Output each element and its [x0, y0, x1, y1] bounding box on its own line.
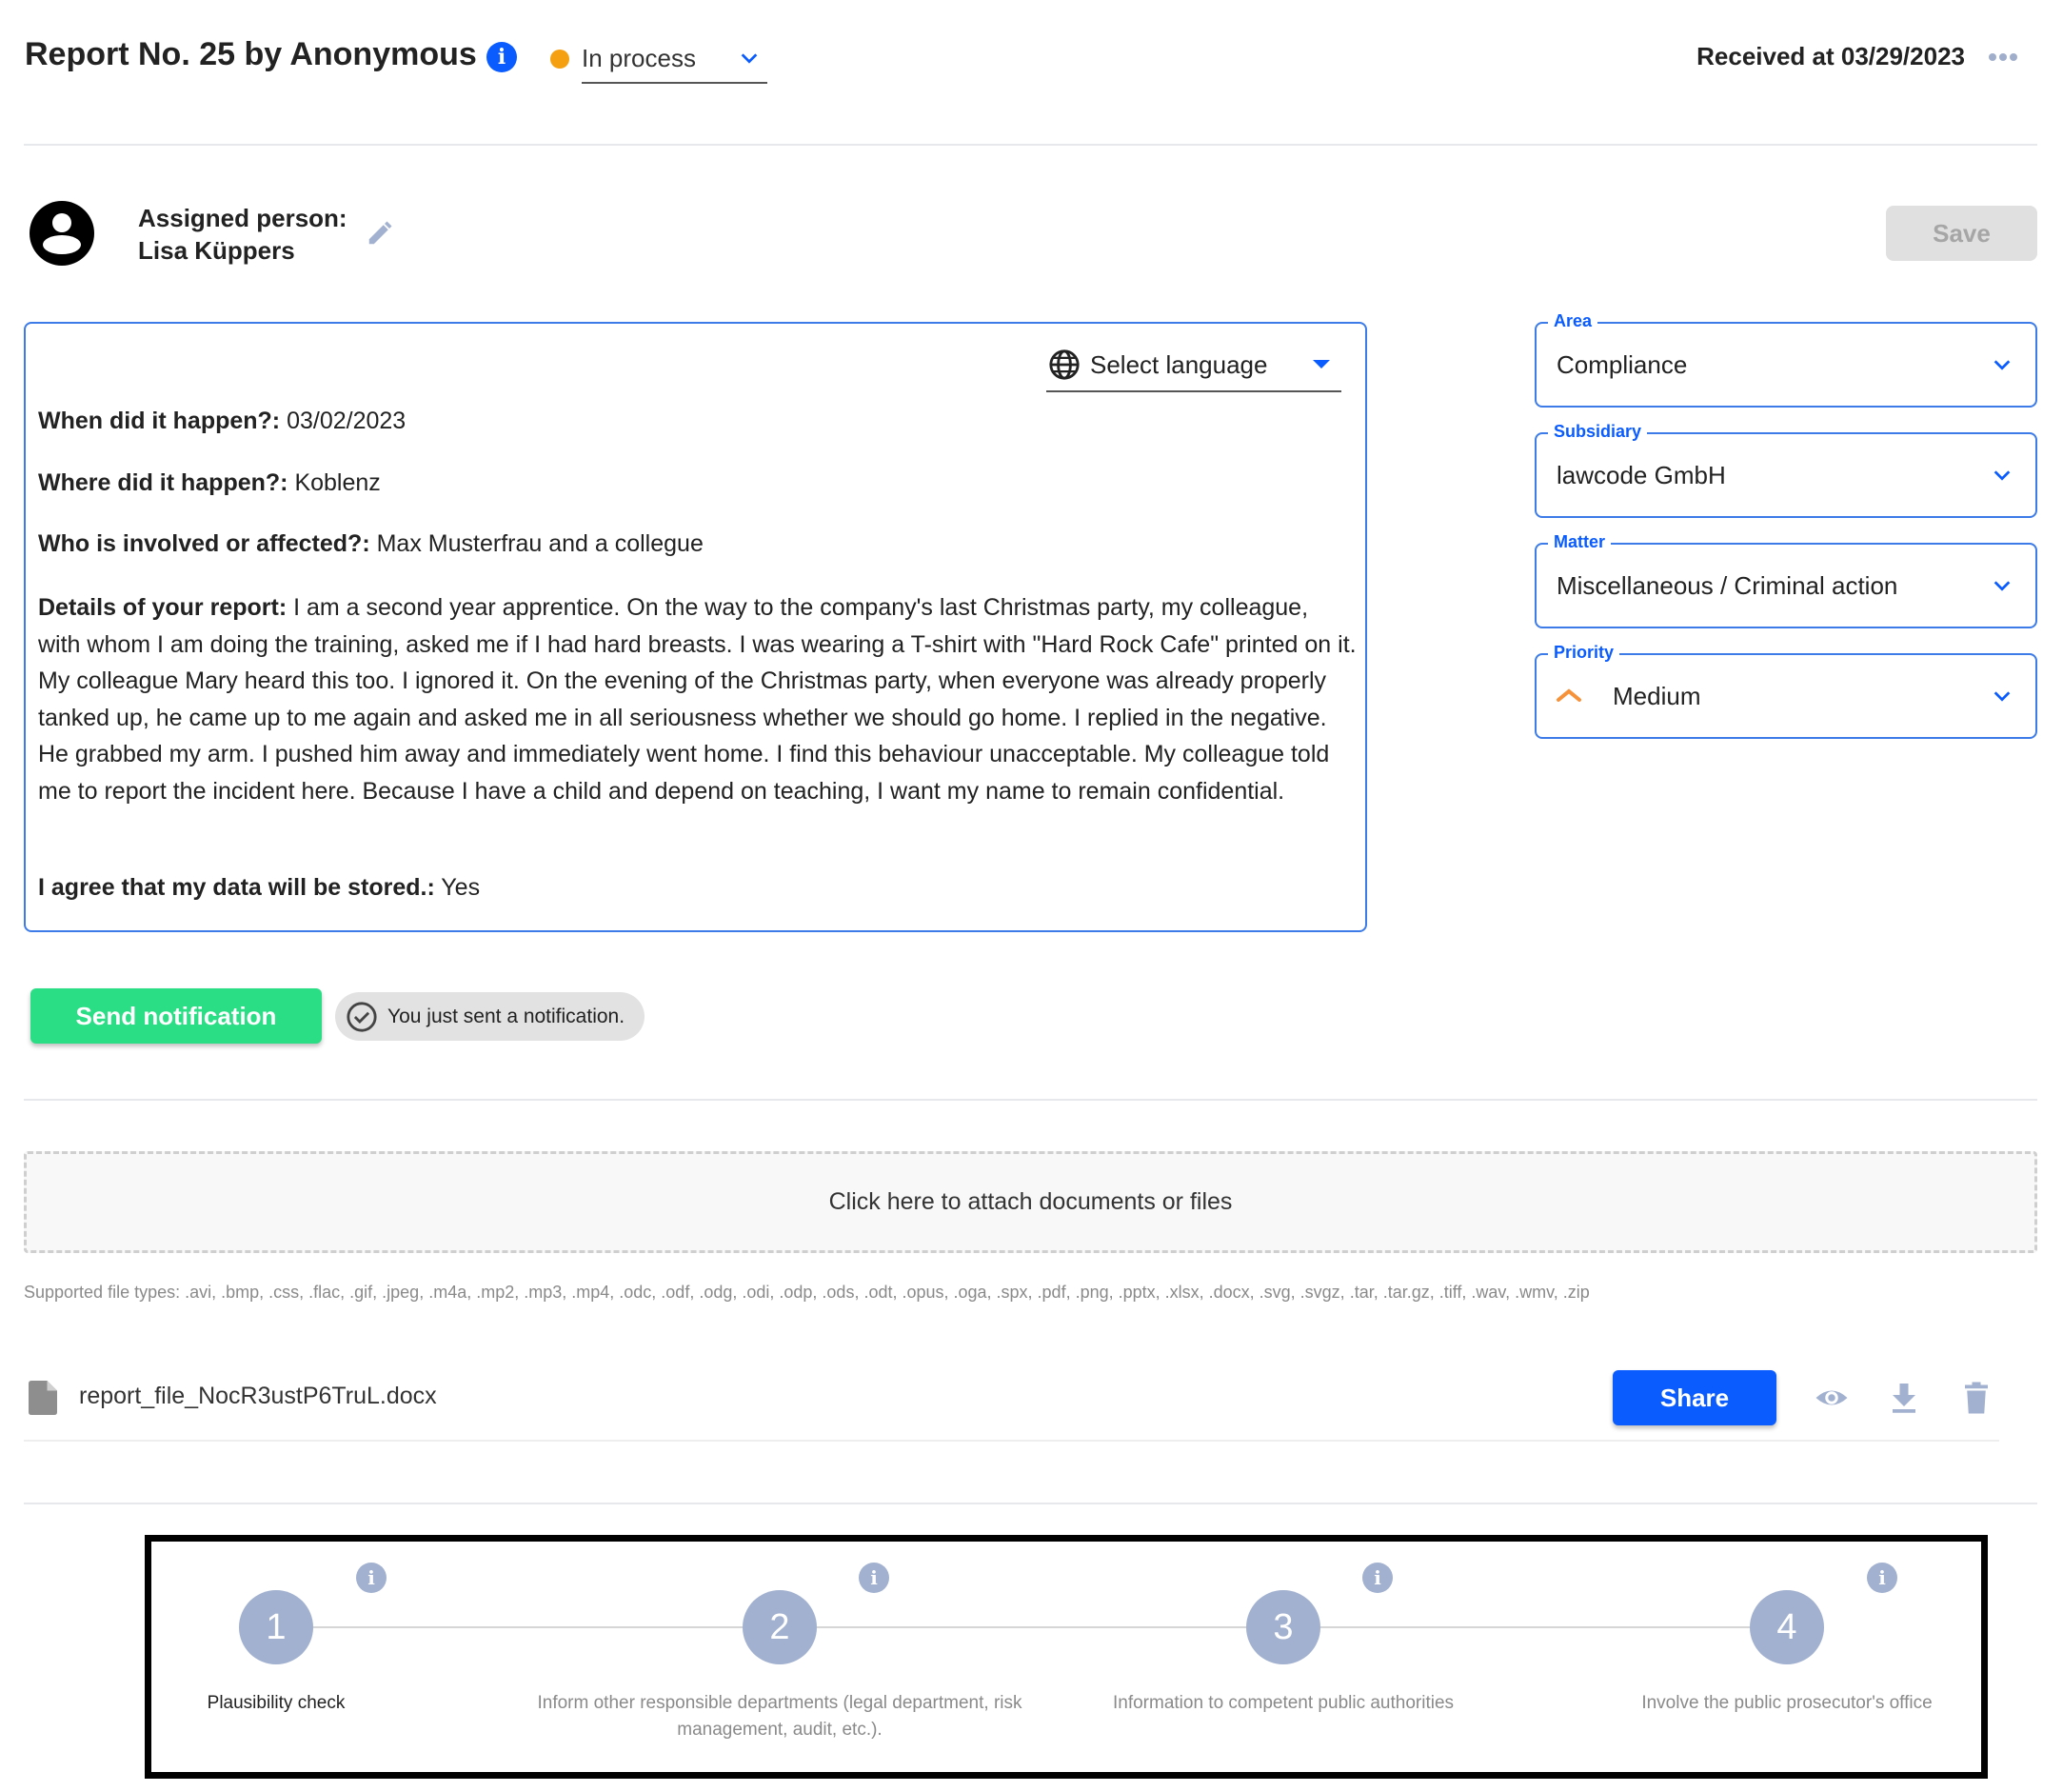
language-select-label: Select language — [1090, 350, 1268, 379]
attach-dropzone[interactable]: Click here to attach documents or files — [24, 1151, 2037, 1253]
step-label: Involve the public prosecutor's office — [1641, 1693, 1933, 1713]
step-connector — [817, 1626, 1246, 1628]
subsidiary-value: lawcode GmbH — [1557, 461, 1726, 489]
field-who: Who is involved or affected?: Max Muster… — [38, 530, 704, 558]
chevron-down-icon — [1994, 360, 2011, 370]
area-value: Compliance — [1557, 350, 1688, 379]
download-icon[interactable] — [1886, 1381, 1922, 1415]
save-button[interactable]: Save — [1886, 206, 2037, 261]
matter-select[interactable]: Matter Miscellaneous / Criminal action — [1535, 532, 2037, 628]
file-name[interactable]: report_file_NocR3ustP6TruL.docx — [79, 1383, 437, 1410]
status-select[interactable]: In process — [582, 38, 767, 84]
info-icon[interactable]: i — [486, 42, 517, 72]
step-3[interactable]: 3 — [1246, 1590, 1320, 1664]
share-button[interactable]: Share — [1613, 1370, 1776, 1425]
info-icon[interactable]: i — [1867, 1563, 1897, 1593]
notification-sent-text: You just sent a notification. — [387, 1006, 625, 1027]
globe-icon — [1049, 349, 1080, 380]
step-label: Plausibility check — [207, 1693, 346, 1713]
field-label: Where did it happen?: — [38, 469, 288, 496]
subsidiary-select[interactable]: Subsidiary lawcode GmbH — [1535, 422, 2037, 518]
field-value: Yes — [441, 874, 481, 901]
matter-value: Miscellaneous / Criminal action — [1557, 571, 1898, 600]
received-date: Received at 03/29/2023 — [1696, 42, 1965, 70]
subsidiary-legend: Subsidiary — [1548, 422, 1648, 442]
area-legend: Area — [1548, 311, 1598, 331]
file-icon — [29, 1381, 57, 1415]
chevron-down-icon — [1994, 581, 2011, 591]
field-label: Details of your report: — [38, 594, 288, 621]
step-label: Information to competent public authorit… — [1112, 1693, 1455, 1713]
priority-legend: Priority — [1548, 643, 1620, 663]
priority-value: Medium — [1613, 682, 1701, 710]
header-divider — [24, 144, 2037, 146]
step-1[interactable]: 1 — [239, 1590, 313, 1664]
field-value: Koblenz — [294, 469, 381, 496]
step-connector — [313, 1626, 743, 1628]
step-connector — [1320, 1626, 1750, 1628]
matter-legend: Matter — [1548, 532, 1612, 552]
field-value: 03/02/2023 — [287, 408, 407, 434]
pencil-icon[interactable] — [366, 219, 394, 248]
workflow-steps — [145, 1535, 1988, 1779]
send-notification-button[interactable]: Send notification — [30, 988, 322, 1044]
step-4[interactable]: 4 — [1750, 1590, 1824, 1664]
more-horizontal-icon[interactable] — [1989, 53, 2017, 63]
account-circle-icon — [30, 201, 94, 266]
chevron-down-icon — [1994, 470, 2011, 481]
info-icon[interactable]: i — [356, 1563, 387, 1593]
file-row-divider — [24, 1440, 1999, 1442]
chevron-up-priority-icon — [1557, 688, 1581, 702]
check-circle-icon — [347, 1002, 377, 1032]
step-label: Inform other responsible departments (le… — [537, 1693, 1022, 1740]
eye-icon[interactable] — [1814, 1381, 1850, 1415]
field-label: I agree that my data will be stored.: — [38, 874, 435, 901]
assigned-person-label: Assigned person: — [138, 204, 347, 232]
chevron-down-icon — [1994, 691, 2011, 702]
status-label: In process — [582, 44, 696, 72]
area-select[interactable]: Area Compliance — [1535, 311, 2037, 408]
field-where: Where did it happen?: Koblenz — [38, 469, 381, 497]
field-when: When did it happen?: 03/02/2023 — [38, 408, 406, 435]
trash-icon[interactable] — [1958, 1381, 1994, 1415]
field-consent: I agree that my data will be stored.: Ye… — [38, 874, 480, 902]
notification-sent-chip: You just sent a notification. — [335, 992, 645, 1041]
caret-down-icon — [1313, 360, 1330, 368]
field-value: I am a second year apprentice. On the wa… — [38, 594, 1357, 805]
status-dot — [550, 50, 569, 69]
priority-select[interactable]: Priority Medium — [1535, 643, 2037, 739]
step-2[interactable]: 2 — [743, 1590, 817, 1664]
supported-file-types: Supported file types: .avi, .bmp, .css, … — [24, 1283, 1590, 1302]
section-divider — [24, 1503, 2037, 1504]
field-value: Max Musterfrau and a collegue — [376, 530, 704, 557]
language-select[interactable]: Select language — [1046, 341, 1341, 392]
field-label: Who is involved or affected?: — [38, 530, 370, 557]
info-icon[interactable]: i — [859, 1563, 889, 1593]
field-label: When did it happen?: — [38, 408, 281, 434]
field-details: Details of your report: I am a second ye… — [38, 589, 1357, 810]
chevron-down-icon — [741, 53, 758, 64]
section-divider — [24, 1099, 2037, 1101]
info-icon[interactable]: i — [1362, 1563, 1393, 1593]
attach-dropzone-label: Click here to attach documents or files — [828, 1188, 1233, 1215]
page-title: Report No. 25 by Anonymous — [25, 36, 477, 72]
assigned-person-name: Lisa Küppers — [138, 236, 295, 265]
